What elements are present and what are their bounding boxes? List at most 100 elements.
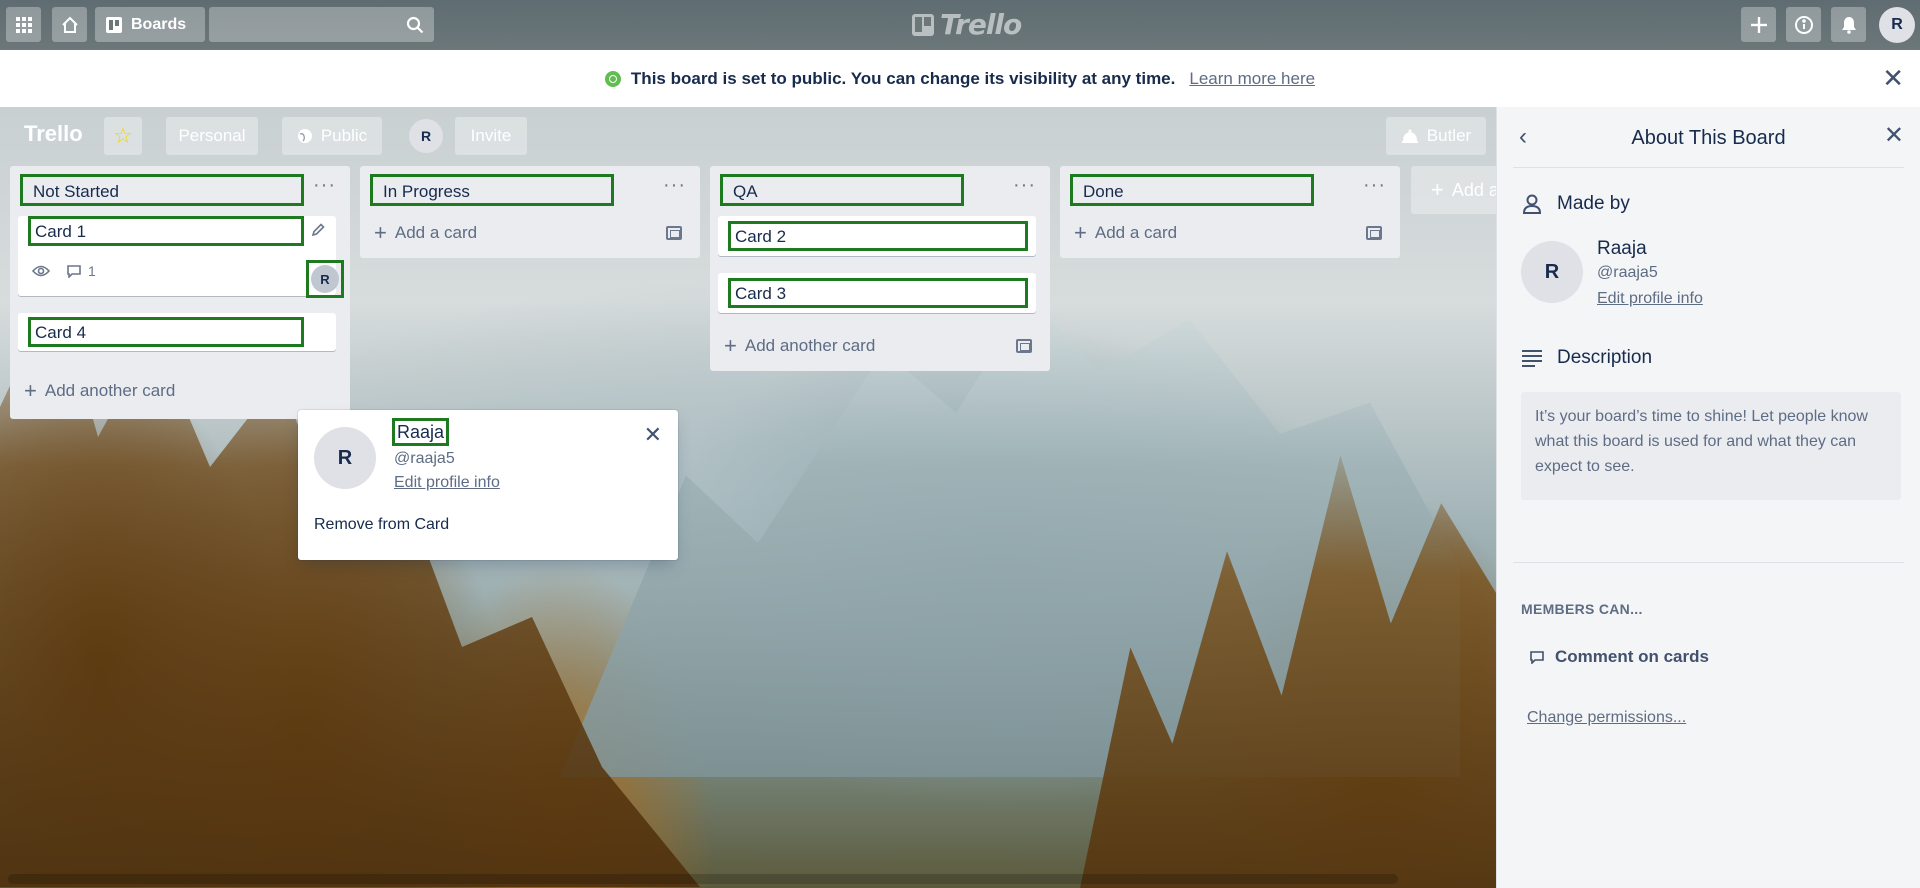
globe-icon — [297, 129, 312, 143]
board-menu-sidebar: ‹ About This Board ✕ Made by R Raaja @ra… — [1496, 107, 1920, 888]
member-avatar[interactable]: R — [1879, 7, 1915, 43]
logo-text: Trello — [940, 8, 1022, 41]
apps-grid-icon — [15, 16, 32, 33]
board-title[interactable]: Trello — [24, 121, 83, 147]
list-not-started: Not Started ··· Card 1 1 R Card 4 + Add … — [10, 166, 350, 419]
invite-button[interactable]: Invite — [455, 117, 527, 155]
add-card-label: Add another card — [744, 336, 876, 355]
list-menu-icon[interactable]: ··· — [313, 174, 336, 197]
board-member-avatar[interactable]: R — [409, 119, 443, 153]
made-by-heading: Made by — [1521, 193, 1630, 215]
trello-logo-icon — [912, 13, 934, 36]
close-icon[interactable]: ✕ — [1884, 121, 1904, 150]
boards-button[interactable]: Boards — [95, 7, 205, 42]
add-card-label: Add a card — [394, 223, 478, 242]
board-canvas: Trello ☆ Personal Public R Invite Butler… — [0, 107, 1496, 888]
create-button[interactable] — [1741, 7, 1776, 42]
notifications-button[interactable] — [1831, 7, 1866, 42]
list-title[interactable]: QA — [720, 174, 964, 206]
card-template-icon[interactable] — [1366, 226, 1382, 240]
boards-icon — [106, 16, 122, 33]
description-heading: Description — [1521, 347, 1652, 369]
list-title[interactable]: Not Started — [20, 174, 304, 206]
search-icon — [406, 16, 424, 33]
add-card-label: Add another card — [44, 381, 176, 400]
divider — [1513, 167, 1904, 168]
comment-count: 1 — [88, 263, 96, 279]
star-button[interactable]: ☆ — [104, 117, 142, 155]
list-done: Done ··· + Add a card — [1060, 166, 1400, 258]
list-menu-icon[interactable]: ··· — [1363, 174, 1386, 197]
add-card-button[interactable]: + Add a card — [1074, 220, 1177, 245]
public-notice-banner: This board is set to public. You can cha… — [0, 50, 1920, 107]
member-popover: R Raaja @raaja5 Edit profile info ✕ Remo… — [298, 410, 678, 560]
avatar-initial: R — [1891, 16, 1903, 33]
list-menu-icon[interactable]: ··· — [663, 174, 686, 197]
list-title[interactable]: In Progress — [370, 174, 614, 206]
apps-button[interactable] — [6, 7, 41, 42]
list-menu-icon[interactable]: ··· — [1013, 174, 1036, 197]
boards-label: Boards — [131, 15, 187, 33]
home-button[interactable] — [52, 7, 87, 42]
description-icon — [1522, 350, 1542, 367]
edit-profile-link[interactable]: Edit profile info — [1597, 290, 1703, 308]
avatar: R — [311, 265, 339, 293]
home-icon — [61, 16, 78, 33]
add-another-card-button[interactable]: + Add another card — [724, 333, 876, 358]
made-by-label: Made by — [1557, 193, 1630, 214]
card-template-icon[interactable] — [666, 226, 682, 240]
info-button[interactable] — [1786, 7, 1821, 42]
butler-icon — [1401, 129, 1418, 143]
owner-name: Raaja — [1597, 238, 1647, 259]
team-button[interactable]: Personal — [166, 117, 258, 155]
card-2[interactable]: Card 2 — [718, 216, 1036, 256]
members-can-heading: MEMBERS CAN... — [1521, 601, 1643, 617]
change-permissions-link[interactable]: Change permissions... — [1527, 709, 1686, 727]
divider — [1513, 562, 1904, 563]
plus-icon: + — [724, 333, 737, 358]
butler-button[interactable]: Butler — [1386, 117, 1486, 155]
star-icon: ☆ — [113, 123, 133, 148]
remove-from-card-button[interactable]: Remove from Card — [314, 516, 449, 534]
info-icon — [1794, 15, 1813, 34]
edit-profile-link[interactable]: Edit profile info — [394, 474, 500, 492]
card-1[interactable]: Card 1 1 R — [18, 216, 344, 298]
close-icon[interactable]: ✕ — [644, 422, 662, 448]
owner-username: @raaja5 — [1597, 264, 1658, 281]
visibility-label: Public — [320, 126, 368, 145]
card-title: Card 4 — [28, 317, 304, 347]
permission-label: Comment on cards — [1555, 647, 1709, 666]
add-list-label: Add a — [1451, 179, 1496, 200]
avatar[interactable]: R — [1521, 241, 1583, 303]
close-icon[interactable]: ✕ — [1882, 65, 1904, 91]
horizontal-scrollbar[interactable] — [8, 874, 1398, 884]
plus-icon: + — [24, 378, 37, 403]
avatar-initial: R — [420, 128, 432, 144]
card-title: Card 3 — [728, 278, 1028, 308]
add-list-button[interactable]: + Add a — [1411, 166, 1496, 214]
card-member[interactable]: R — [306, 260, 344, 298]
add-another-card-button[interactable]: + Add another card — [24, 378, 176, 403]
learn-more-link[interactable]: Learn more here — [1189, 69, 1315, 89]
trello-logo[interactable]: Trello — [912, 8, 1022, 41]
card-4[interactable]: Card 4 — [18, 313, 336, 351]
visibility-button[interactable]: Public — [282, 117, 382, 155]
butler-label: Butler — [1426, 126, 1472, 145]
comment-permission: Comment on cards — [1529, 647, 1709, 667]
plus-icon: + — [374, 220, 387, 245]
avatar-initial: R — [1544, 260, 1560, 283]
list-title[interactable]: Done — [1070, 174, 1314, 206]
card-template-icon[interactable] — [1016, 339, 1032, 353]
person-icon — [1522, 194, 1542, 214]
search-input[interactable] — [209, 7, 434, 42]
card-title: Card 1 — [28, 216, 304, 246]
description-field[interactable]: It’s your board’s time to shine! Let peo… — [1521, 392, 1901, 500]
bell-icon — [1841, 16, 1856, 34]
watch-eye-icon — [32, 265, 50, 277]
add-card-button[interactable]: + Add a card — [374, 220, 478, 245]
member-username: @raaja5 — [394, 450, 455, 467]
comment-icon — [1530, 651, 1544, 664]
edit-pencil-icon[interactable] — [310, 222, 326, 238]
plus-icon: + — [1074, 220, 1087, 245]
card-3[interactable]: Card 3 — [718, 273, 1036, 313]
